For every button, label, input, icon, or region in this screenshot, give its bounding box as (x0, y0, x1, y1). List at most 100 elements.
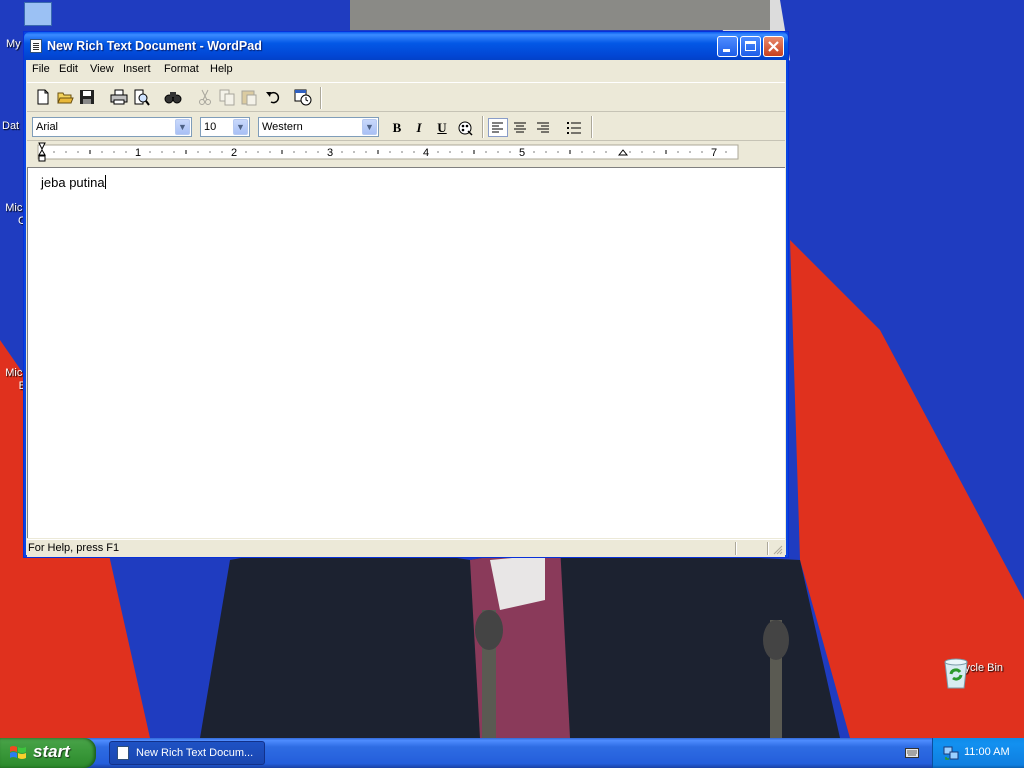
font-size-value: 10 (204, 121, 217, 133)
status-text: For Help, press F1 (28, 542, 120, 554)
ruler-number: 3 (327, 147, 333, 159)
desktop-icon-label: Dat (2, 120, 20, 132)
document-text-line[interactable]: jeba putina (41, 175, 106, 190)
align-left-button[interactable] (488, 118, 508, 137)
menu-edit[interactable]: Edit (59, 63, 78, 75)
find-icon (164, 92, 182, 104)
close-icon (768, 41, 779, 52)
align-right-icon (537, 122, 549, 133)
standard-toolbar (27, 82, 785, 112)
format-bar: Arial ▼ 10 ▼ Western ▼ B I U (27, 112, 785, 141)
desktop-icon-dat[interactable]: Dat (2, 120, 19, 132)
menu-file[interactable]: File (32, 63, 50, 75)
document-area[interactable]: jeba putina (27, 167, 785, 538)
title-bar[interactable]: New Rich Text Document - WordPad (24, 32, 788, 60)
italic-button[interactable]: I (409, 118, 429, 137)
undo-button[interactable] (264, 88, 282, 106)
color-palette-icon (458, 121, 473, 136)
script-value: Western (262, 121, 303, 133)
status-divider (767, 542, 768, 555)
align-left-icon (492, 122, 503, 133)
date-time-button[interactable] (294, 88, 312, 106)
wordpad-window: New Rich Text Document - WordPad File Ed… (23, 31, 789, 558)
clock[interactable]: 11:00 AM (964, 746, 1010, 758)
paste-icon (241, 90, 257, 106)
minimize-icon (723, 49, 730, 52)
font-size-select[interactable]: 10 ▼ (200, 117, 250, 137)
taskbar-button-wordpad[interactable]: New Rich Text Docum... (109, 741, 265, 765)
ruler-number: 1 (135, 147, 141, 159)
start-label: start (33, 742, 70, 761)
script-select[interactable]: Western ▼ (258, 117, 379, 137)
align-right-button[interactable] (533, 118, 553, 137)
new-icon (37, 89, 49, 105)
text-caret (104, 175, 106, 189)
chevron-down-icon[interactable]: ▼ (175, 119, 190, 135)
new-button[interactable] (34, 88, 52, 106)
copy-button[interactable] (218, 88, 236, 106)
left-margin-marker[interactable] (38, 155, 46, 162)
open-icon (57, 92, 74, 104)
wordpad-app-icon[interactable] (30, 39, 42, 53)
font-select[interactable]: Arial ▼ (32, 117, 192, 137)
wordpad-app-icon (117, 746, 129, 760)
desktop-icon-my[interactable]: My (2, 2, 52, 50)
print-button[interactable] (110, 88, 128, 106)
toolbar-end-separator (320, 87, 321, 109)
menu-help[interactable]: Help (210, 63, 233, 75)
keyboard-icon[interactable] (905, 747, 919, 759)
resize-grip-icon[interactable] (773, 545, 783, 555)
print-preview-icon (134, 89, 150, 106)
status-divider (735, 542, 736, 555)
cut-button[interactable] (196, 88, 214, 106)
format-end-separator (591, 116, 592, 138)
copy-icon (219, 89, 235, 106)
bullets-icon (567, 122, 581, 134)
window-title: New Rich Text Document - WordPad (47, 39, 262, 53)
taskbar: start New Rich Text Docum... 11:00 AM (0, 738, 1024, 768)
recycle-bin-icon (944, 658, 968, 689)
ruler[interactable]: 1 2 3 4 5 7 (27, 142, 785, 166)
system-tray: 11:00 AM (932, 738, 1024, 768)
desktop-icon-recycle-bin[interactable]: Recycle Bin (940, 656, 1008, 689)
find-button[interactable] (164, 88, 182, 106)
menu-view[interactable]: View (90, 63, 114, 75)
document-text[interactable]: jeba putina (41, 175, 105, 190)
network-icon[interactable] (943, 745, 959, 761)
align-center-button[interactable] (510, 118, 530, 137)
cut-icon (199, 89, 211, 105)
desktop-icon-label: My (6, 38, 21, 50)
ruler-number: 2 (231, 147, 237, 159)
date-time-icon (294, 89, 312, 106)
chevron-down-icon[interactable]: ▼ (233, 119, 248, 135)
menu-bar: File Edit View Insert Format Help (27, 60, 785, 80)
bold-button[interactable]: B (387, 118, 407, 137)
start-button[interactable]: start (0, 738, 96, 768)
align-center-icon (514, 122, 526, 133)
minimize-button[interactable] (717, 36, 738, 57)
computer-icon (24, 2, 52, 26)
ruler-number: 5 (519, 147, 525, 159)
print-icon (110, 89, 128, 105)
print-preview-button[interactable] (132, 88, 150, 106)
undo-icon (266, 91, 280, 104)
paste-button[interactable] (240, 88, 258, 106)
color-button[interactable] (455, 118, 475, 137)
taskbar-button-label: New Rich Text Docum... (136, 747, 254, 759)
maximize-button[interactable] (740, 36, 761, 57)
open-button[interactable] (56, 88, 74, 106)
save-button[interactable] (78, 88, 96, 106)
underline-button[interactable]: U (432, 118, 452, 137)
menu-insert[interactable]: Insert (123, 63, 151, 75)
bullets-button[interactable] (564, 118, 584, 137)
close-button[interactable] (763, 36, 784, 57)
menu-format[interactable]: Format (164, 63, 199, 75)
format-separator (482, 116, 483, 138)
ruler-number: 4 (423, 147, 429, 159)
maximize-icon (745, 41, 756, 51)
save-icon (80, 90, 94, 104)
font-value: Arial (36, 121, 59, 133)
chevron-down-icon[interactable]: ▼ (362, 119, 377, 135)
status-bar: For Help, press F1 (27, 539, 785, 557)
ruler-number: 7 (711, 147, 717, 159)
